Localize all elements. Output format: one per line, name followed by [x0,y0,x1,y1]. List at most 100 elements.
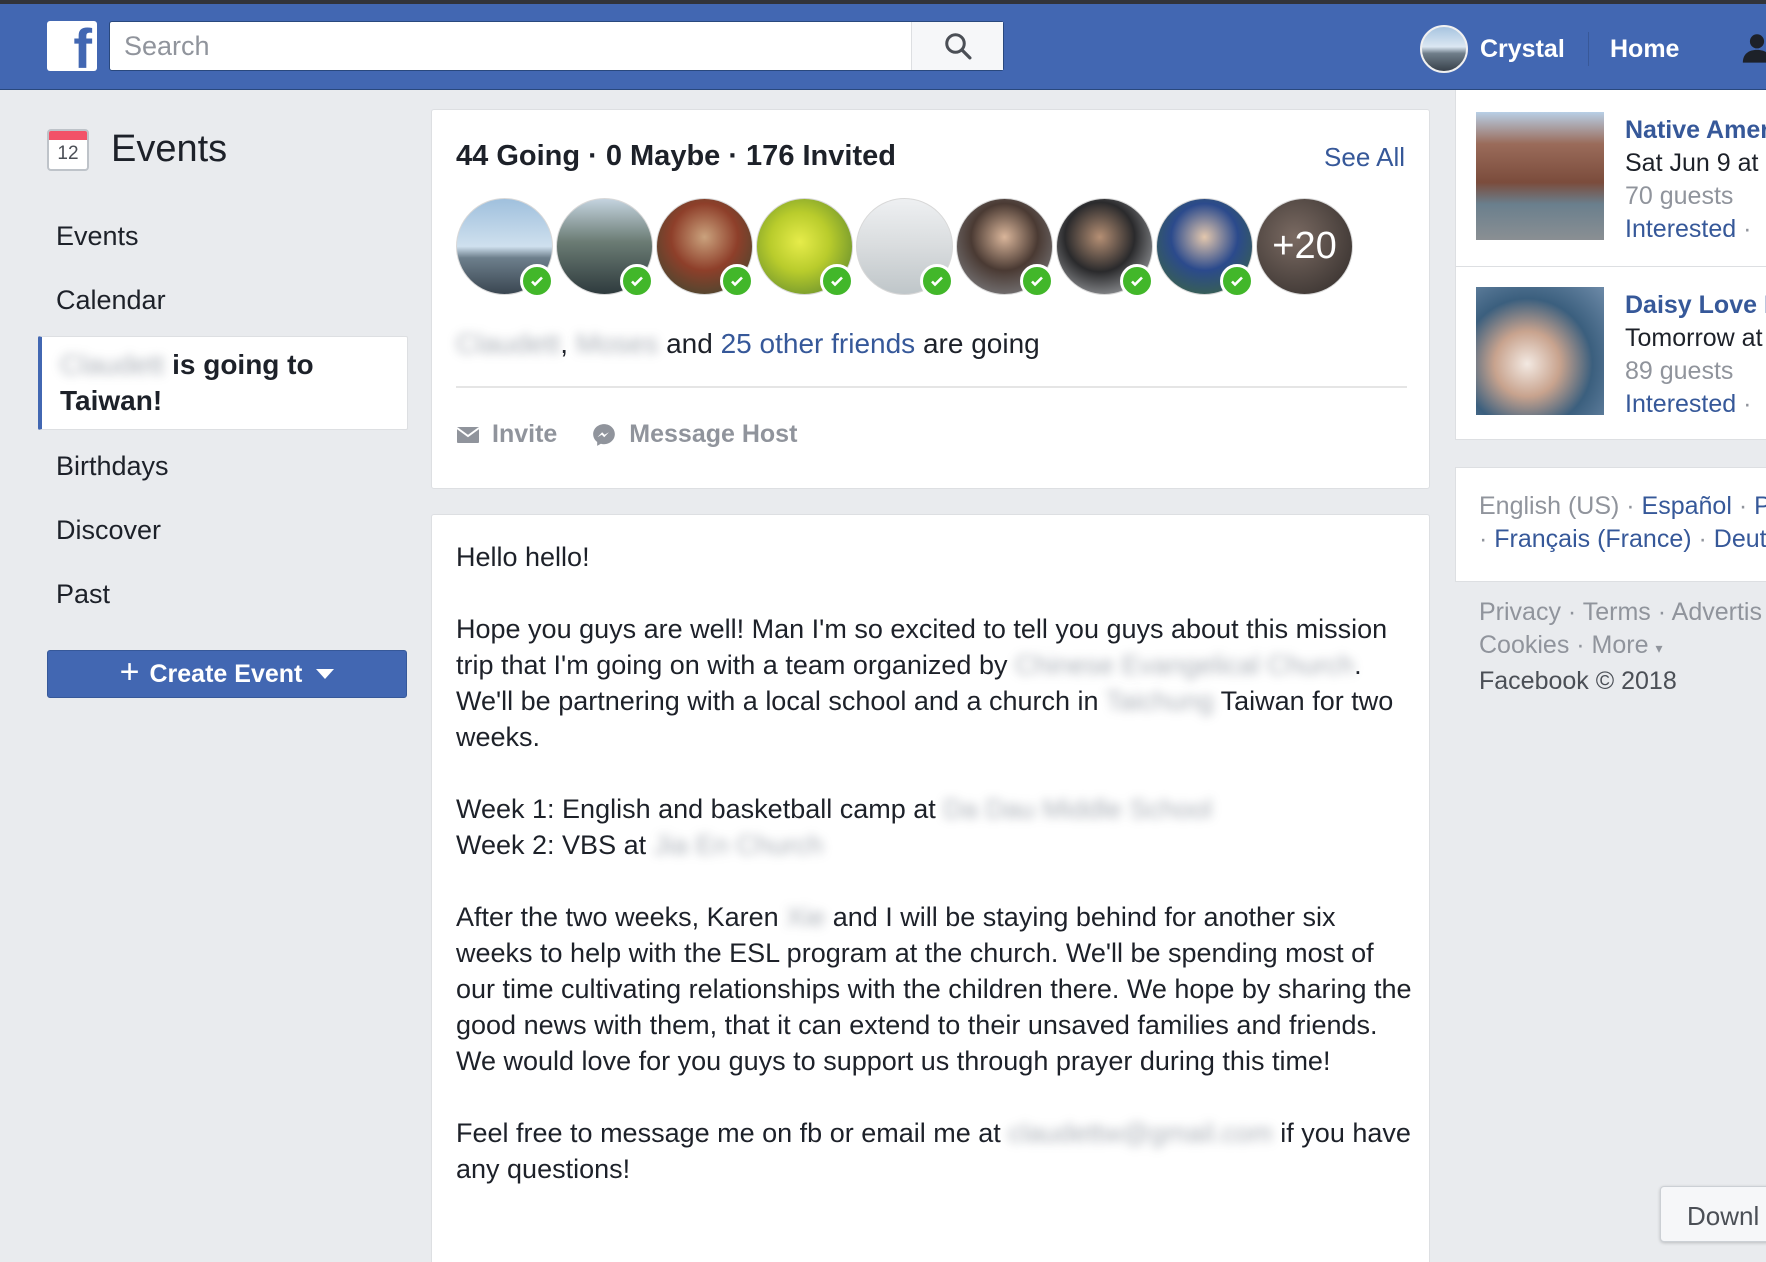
search-bar [109,21,1004,71]
interested-label: Interested [1625,390,1737,418]
and-text: and [666,328,713,359]
event-thumbnail[interactable] [1476,112,1604,240]
event-title[interactable]: Daisy Love N [1625,289,1766,322]
event-thumbnail[interactable] [1476,287,1604,415]
description-paragraph: Hope you guys are well! Man I'm so excit… [456,611,1416,755]
sidebar-item-discover[interactable]: Discover [38,498,408,562]
language-espanol[interactable]: Español [1642,492,1732,520]
week1-location: Da Dau Middle School [943,794,1212,824]
invite-label: Invite [492,420,558,448]
check-icon [920,264,954,298]
friend-requests-button[interactable] [1740,30,1766,69]
language-p[interactable]: P [1754,492,1766,520]
suggested-event[interactable]: Native Amer Sat Jun 9 at 70 guests Inter… [1476,112,1766,243]
guest-avatar[interactable] [856,198,954,298]
message-host-label: Message Host [629,420,798,448]
divider [1456,266,1766,267]
guest-list-card: 44 Going · 0 Maybe · 176 Invited See All… [431,109,1430,489]
check-icon [820,264,854,298]
copyright: Facebook © 2018 [1479,667,1677,695]
description-text: After the two weeks, Karen [456,902,779,932]
guest-avatar[interactable] [456,198,554,298]
current-language: English (US) [1479,492,1620,520]
sidebar-item-birthdays[interactable]: Birthdays [38,434,408,498]
guest-avatar[interactable] [556,198,654,298]
guest-avatar[interactable] [1156,198,1254,298]
description-greeting: Hello hello! [456,542,590,572]
check-icon [620,264,654,298]
divider [1588,32,1589,66]
home-link[interactable]: Home [1610,35,1679,64]
sidebar-item-events[interactable]: Events [38,204,408,268]
interested-button[interactable]: Interested · [1625,213,1766,246]
sidebar-item-current-event[interactable]: Claudett is going to Taiwan! [38,336,408,430]
sidebar-item-past[interactable]: Past [38,562,408,626]
language-list: English (US) · Español · P · Français (F… [1479,490,1766,556]
sidebar-item-calendar[interactable]: Calendar [38,268,408,332]
week2-text: Week 2: VBS at [456,830,647,860]
sidebar-nav: Events Calendar Claudett is going to Tai… [38,204,408,626]
calendar-icon: 12 [47,128,89,171]
friend-name[interactable]: Moses [576,328,658,359]
week2-location: Jia En Church [653,830,824,860]
friend-name[interactable]: Claudett [456,328,560,359]
event-date: Sat Jun 9 at [1625,149,1759,177]
comma: , [560,328,569,359]
advertising-link[interactable]: Advertis [1672,598,1762,626]
event-guests: 89 guests [1625,357,1734,385]
privacy-link[interactable]: Privacy [1479,598,1561,626]
language-selector: English (US) · Español · P · Français (F… [1455,467,1766,582]
guest-avatar[interactable] [956,198,1054,298]
suggested-event[interactable]: Daisy Love N Tomorrow at 89 guests Inter… [1476,287,1766,418]
facebook-logo-icon[interactable]: f [47,21,97,71]
event-title[interactable]: Native Amer [1625,114,1766,147]
calendar-day: 12 [57,142,79,164]
guest-avatars: +20 [456,198,1353,298]
divider [456,386,1407,388]
plus-icon: + [119,653,140,691]
interested-button[interactable]: Interested · [1625,388,1766,421]
sidebar-title: Events [111,128,228,170]
check-icon [1220,264,1254,298]
description-text: Feel free to message me on fb or email m… [456,1118,1001,1148]
sidebar-header: 12 Events [47,128,227,171]
envelope-icon [456,426,480,443]
description-paragraph: Feel free to message me on fb or email m… [456,1115,1416,1187]
create-event-button[interactable]: + Create Event [47,650,407,698]
host-name: Claudett [60,349,165,380]
description-schedule: Week 1: English and basketball camp at D… [456,791,1416,863]
description-paragraph: After the two weeks, Karen Xie and I wil… [456,899,1416,1079]
search-input[interactable] [110,22,910,70]
create-event-label: Create Event [149,659,303,688]
more-link[interactable]: More [1592,631,1649,659]
other-friends-link[interactable]: 25 other friends [721,328,916,359]
download-button[interactable]: Downl [1660,1186,1766,1242]
person-name: Xie [786,902,826,932]
invite-button[interactable]: Invite [456,420,557,449]
guest-avatar[interactable] [656,198,754,298]
event-info: Native Amer Sat Jun 9 at 70 guests Inter… [1625,114,1766,246]
cookies-link[interactable]: Cookies [1479,631,1569,659]
more-guests-button[interactable]: +20 [1256,198,1353,295]
check-icon [1120,264,1154,298]
see-all-link[interactable]: See All [1324,142,1405,173]
separator-dot: · [1743,215,1752,243]
are-going-text: are going [922,328,1040,359]
top-bar: f Crystal Home [0,0,1766,90]
guest-avatar[interactable] [756,198,854,298]
separator-dot: · [1743,390,1752,418]
caret-down-icon [316,669,335,679]
search-button[interactable] [911,22,1003,70]
email-link[interactable]: claudettw@gmail.com [1008,1118,1273,1148]
message-host-button[interactable]: Message Host [591,420,797,449]
language-francais[interactable]: Français (France) [1494,525,1691,553]
profile-link[interactable]: Crystal [1420,24,1565,74]
terms-link[interactable]: Terms [1583,598,1651,626]
event-description: Hello hello! Hope you guys are well! Man… [456,539,1416,1223]
event-description-card: Hello hello! Hope you guys are well! Man… [431,514,1430,1262]
check-icon [1020,264,1054,298]
guest-avatar[interactable] [1056,198,1154,298]
profile-name: Crystal [1480,34,1565,63]
week1-text: Week 1: English and basketball camp at [456,794,936,824]
language-deutsch[interactable]: Deut [1714,525,1766,553]
